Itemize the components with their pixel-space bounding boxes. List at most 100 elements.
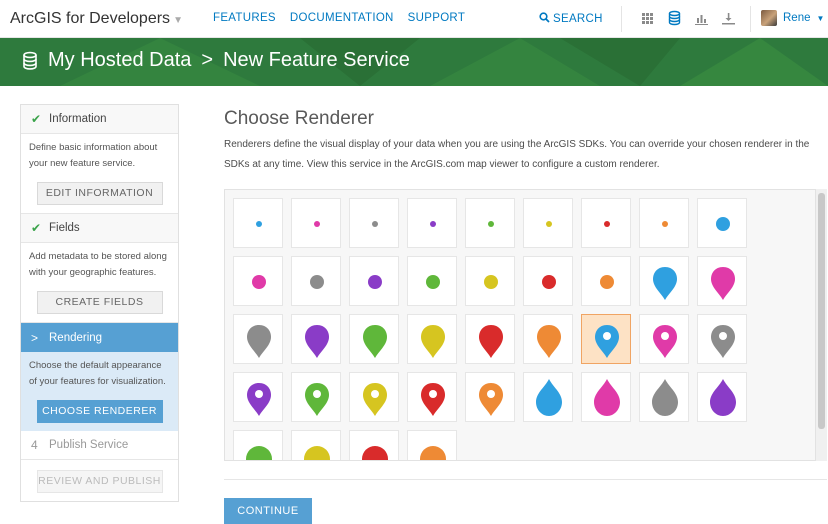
analytics-icon[interactable] — [694, 10, 709, 26]
database-icon — [22, 51, 38, 71]
renderer-option[interactable] — [349, 430, 399, 460]
step-information[interactable]: ✔ Information — [21, 105, 178, 134]
checkmark-icon: ✔ — [31, 221, 42, 235]
pin-hole-symbol-icon — [711, 325, 735, 358]
renderer-option[interactable] — [291, 314, 341, 364]
large-dot-symbol-icon — [362, 446, 388, 460]
renderer-grid — [224, 189, 827, 461]
renderer-option[interactable] — [349, 372, 399, 422]
renderer-option[interactable] — [407, 314, 457, 364]
medium-dot-symbol-icon — [252, 275, 266, 289]
renderer-option[interactable] — [581, 256, 631, 306]
renderer-option[interactable] — [233, 256, 283, 306]
renderer-option[interactable] — [639, 256, 689, 306]
renderer-option[interactable] — [233, 372, 283, 422]
renderer-option[interactable] — [523, 314, 573, 364]
avatar — [761, 10, 777, 26]
renderer-option[interactable] — [697, 198, 747, 248]
edit-information-button[interactable]: EDIT INFORMATION — [36, 182, 163, 205]
step-information-body: Define basic information about your new … — [21, 134, 178, 214]
step-fields[interactable]: ✔ Fields — [21, 214, 178, 243]
breadcrumb-separator: > — [201, 49, 214, 71]
small-dot-symbol-icon — [546, 221, 552, 227]
renderer-option[interactable] — [407, 198, 457, 248]
medium-dot-symbol-icon — [426, 275, 440, 289]
large-dot-symbol-icon — [420, 446, 446, 460]
small-dot-symbol-icon — [604, 221, 610, 227]
renderer-option[interactable] — [465, 372, 515, 422]
renderer-option[interactable] — [349, 198, 399, 248]
chevron-down-icon: ▼ — [816, 13, 825, 23]
renderer-option[interactable] — [465, 198, 515, 248]
breadcrumb-current: New Feature Service — [223, 49, 410, 71]
renderer-option[interactable] — [407, 372, 457, 422]
pin-hole-symbol-icon — [653, 325, 677, 358]
renderer-option[interactable] — [639, 314, 689, 364]
checkmark-icon: ✔ — [31, 112, 42, 126]
renderer-option[interactable] — [233, 430, 283, 460]
chevron-down-icon: ▼ — [173, 15, 183, 26]
medium-dot-symbol-icon — [484, 275, 498, 289]
renderer-option[interactable] — [291, 256, 341, 306]
breadcrumb-hosted-data[interactable]: My Hosted Data — [48, 49, 191, 72]
scrollbar-thumb[interactable] — [818, 193, 825, 429]
renderer-option[interactable] — [349, 314, 399, 364]
search-label: SEARCH — [553, 13, 603, 25]
renderer-option[interactable] — [523, 372, 573, 422]
renderer-option[interactable] — [407, 256, 457, 306]
hosted-data-icon[interactable] — [667, 10, 682, 26]
user-menu[interactable]: Rene ▼ — [761, 10, 824, 26]
chevron-right-icon: > — [31, 330, 39, 345]
step-label: Rendering — [49, 331, 103, 344]
choose-renderer-button[interactable]: CHOOSE RENDERER — [36, 400, 163, 423]
renderer-option[interactable] — [407, 430, 457, 460]
renderer-option[interactable] — [291, 372, 341, 422]
pin-hole-symbol-icon — [595, 325, 619, 358]
pin-hole-symbol-icon — [305, 383, 329, 416]
large-dot-symbol-icon — [246, 446, 272, 460]
section-description: Renderers define the visual display of y… — [224, 139, 810, 170]
renderer-option[interactable] — [639, 198, 689, 248]
renderer-option[interactable] — [349, 256, 399, 306]
apps-grid-icon[interactable] — [640, 10, 655, 26]
nav-divider — [750, 6, 751, 32]
renderer-option[interactable] — [581, 372, 631, 422]
pin-symbol-icon — [711, 267, 735, 300]
search-icon — [539, 12, 550, 23]
pin-hole-symbol-icon — [247, 383, 271, 416]
renderer-option[interactable] — [581, 198, 631, 248]
renderer-option[interactable] — [291, 430, 341, 460]
nav-link-documentation[interactable]: DOCUMENTATION — [290, 12, 394, 24]
pin-symbol-icon — [653, 267, 677, 300]
download-icon[interactable] — [721, 10, 736, 26]
section-title: Choose Renderer — [224, 108, 374, 129]
medium-dot-symbol-icon — [310, 275, 324, 289]
renderer-option[interactable] — [523, 198, 573, 248]
renderer-option[interactable] — [233, 198, 283, 248]
renderer-option[interactable] — [697, 314, 747, 364]
renderer-option[interactable] — [697, 372, 747, 422]
pin-symbol-icon — [537, 325, 561, 358]
wizard-steps: ✔ Information Define basic information a… — [20, 104, 179, 502]
renderer-option[interactable] — [697, 256, 747, 306]
continue-button[interactable]: CONTINUE — [224, 498, 312, 524]
brand-name: ArcGIS for Developers — [10, 10, 171, 27]
renderer-option[interactable] — [523, 256, 573, 306]
step-publish: 4 Publish Service — [21, 431, 178, 460]
nav-link-features[interactable]: FEATURES — [213, 12, 276, 24]
medium-dot-symbol-icon — [716, 217, 730, 231]
pin-hole-symbol-icon — [421, 383, 445, 416]
renderer-option[interactable] — [581, 314, 631, 364]
nav-link-support[interactable]: SUPPORT — [408, 12, 465, 24]
brand-menu[interactable]: ArcGIS for Developers ▼ — [10, 10, 183, 28]
create-fields-button[interactable]: CREATE FIELDS — [36, 291, 163, 314]
renderer-option[interactable] — [639, 372, 689, 422]
medium-dot-symbol-icon — [600, 275, 614, 289]
renderer-option[interactable] — [233, 314, 283, 364]
grid-scrollbar[interactable] — [815, 189, 827, 461]
renderer-option[interactable] — [465, 314, 515, 364]
renderer-option[interactable] — [291, 198, 341, 248]
renderer-option[interactable] — [465, 256, 515, 306]
search-button[interactable]: SEARCH — [539, 12, 603, 25]
step-rendering[interactable]: > Rendering — [21, 323, 178, 352]
